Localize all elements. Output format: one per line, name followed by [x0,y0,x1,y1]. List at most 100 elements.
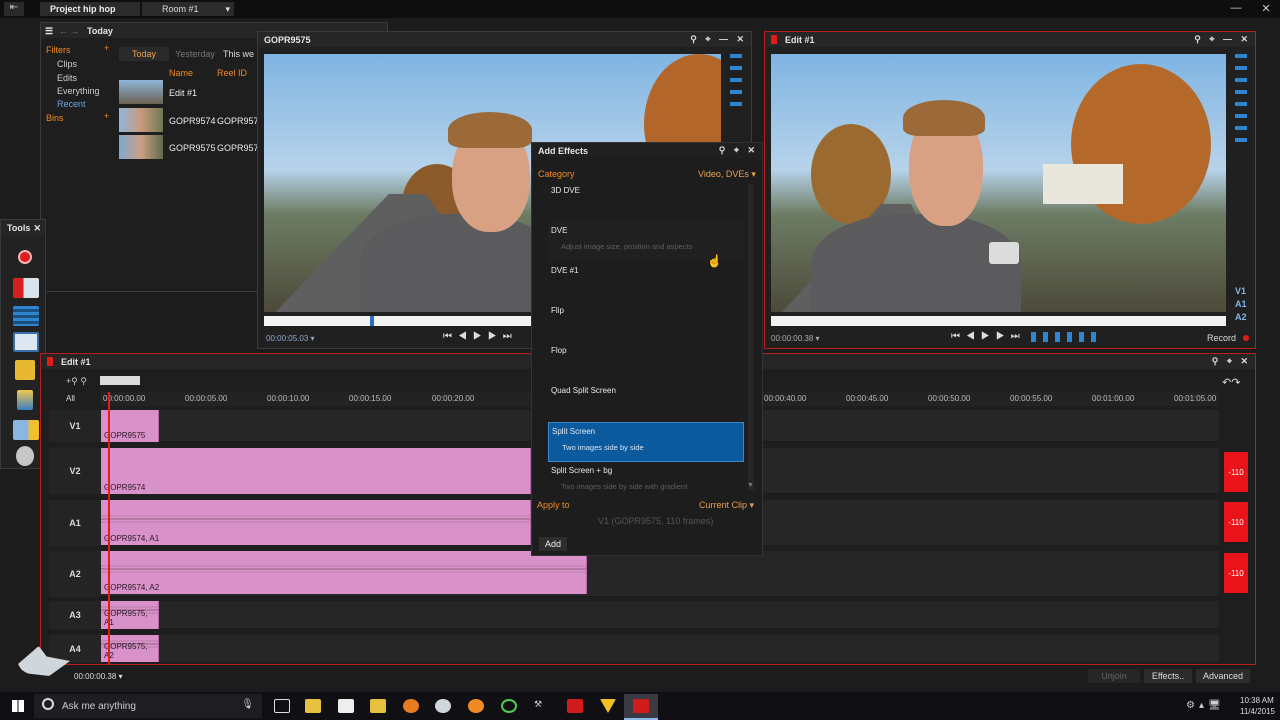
effect-name: DVE [551,226,568,235]
clock-time[interactable]: 10:38 AM [1240,696,1274,705]
track-a4[interactable] [49,635,1219,663]
active-app-icon[interactable] [624,694,658,720]
scroll-down-icon[interactable]: ▼ [747,482,754,489]
search-box[interactable]: Ask me anything 🎙 [34,694,262,718]
record-timecode[interactable]: 00:00:00.38 ▾ [771,334,820,343]
column-reel-id[interactable]: Reel ID [217,68,247,78]
filter-item-clips[interactable]: Clips [57,59,77,69]
effect-item[interactable]: 3D DVE [548,182,744,222]
source-transport-controls[interactable]: ⏮◀▶▶⏭ [443,331,518,342]
lightworks-icon[interactable] [435,699,451,713]
effect-item[interactable]: Split Screen + bg Two images side by side… [548,462,744,492]
add-effect-button[interactable]: Add [539,537,567,551]
file-explorer-icon[interactable] [305,699,321,713]
green-app-icon[interactable] [501,699,517,713]
panel-controls-icon[interactable]: ⚲ ⌖ ✕ [1212,356,1251,367]
effect-name: Flip [551,306,564,315]
list-item[interactable]: GOPR9575 GOPR9575 [119,134,264,160]
tab-this-week[interactable]: This we [223,49,254,59]
timeline-playhead[interactable] [108,392,110,664]
record-mode-icons[interactable] [1031,332,1099,342]
track-a2-label[interactable]: A2 [1235,312,1247,322]
source-side-toolbar[interactable] [730,54,742,114]
zoom-controls[interactable]: +⚲ ⚲ [66,376,87,387]
red-flag-icon[interactable] [567,699,583,713]
record-scrubber[interactable] [771,316,1226,326]
track-label[interactable]: V1 [49,410,101,442]
task-view-icon[interactable] [274,699,290,713]
tab-yesterday[interactable]: Yesterday [171,49,219,59]
windows-start-icon[interactable] [12,700,24,712]
tool-icon[interactable]: ⚒ [534,699,550,713]
category-select[interactable]: Video, DVEs ▾ [698,169,756,180]
track-v1-label[interactable]: V1 [1235,286,1246,296]
apply-to-select[interactable]: Current Clip ▾ [699,500,754,511]
timeline-timecode[interactable]: 00:00:00.38 ▾ [74,672,123,681]
panel-controls-icon[interactable]: ⚲ ⌖ — ✕ [1194,34,1251,45]
record-transport-controls[interactable]: ⏮◀▶▶⏭ [951,331,1026,342]
unjoin-button[interactable]: Unjoin [1088,669,1140,683]
effect-item[interactable]: DVE #1 [548,262,744,302]
hamburger-icon[interactable]: ☰ [45,26,53,37]
minimize-icon[interactable]: — [1222,2,1250,14]
track-a3[interactable] [49,601,1219,629]
clip[interactable]: GOPR9574 [101,448,531,494]
track-label[interactable]: A2 [49,551,101,597]
back-icon[interactable]: ⇤ [4,2,24,16]
trim-icon[interactable] [13,306,39,326]
system-tray-icons[interactable]: ⚙▴🖥 [1186,700,1225,711]
list-item[interactable]: GOPR9574 GOPR9574 [119,107,264,133]
apply-info: V1 (GOPR9575, 110 frames) [598,516,714,526]
panel-controls-icon[interactable]: ⚲ ⌖ — ✕ [690,34,747,45]
record-dot-icon [771,35,777,44]
microphone-icon[interactable]: 🎙 [241,699,254,710]
track-a1-label[interactable]: A1 [1235,299,1247,309]
source-timecode[interactable]: 00:00:05.03 ▾ [266,334,315,343]
users-icon[interactable] [16,446,34,466]
record-side-toolbar[interactable] [1235,54,1247,146]
playhead-marker[interactable] [370,316,374,326]
track-label[interactable]: A1 [49,500,101,546]
all-tracks-label[interactable]: All [66,394,75,403]
add-filter-icon[interactable]: + [104,43,109,53]
clock-date[interactable]: 11/4/2015 [1240,707,1275,716]
effect-item[interactable]: Quad Split Screen [548,382,744,422]
add-bin-icon[interactable]: + [104,111,109,121]
room-select[interactable]: Room #1 ▾ [142,2,234,16]
source-scrubber[interactable] [264,316,532,326]
export-icon[interactable] [13,420,39,440]
blender-icon[interactable] [468,699,484,713]
effect-item-selected[interactable]: Split Screen Two images side by side [548,422,744,462]
tab-today[interactable]: Today [119,47,169,61]
filter-item-edits[interactable]: Edits [57,73,77,83]
store-icon[interactable] [338,699,354,713]
filter-item-recent[interactable]: Recent [57,99,86,109]
track-label[interactable]: A3 [49,601,101,629]
clip[interactable]: GOPR9574, A1 [101,500,531,545]
undo-redo-icons[interactable]: ↶↷ [1222,376,1240,389]
download-icon[interactable] [17,390,33,410]
close-icon[interactable]: ✕ [1252,2,1280,15]
list-item[interactable]: Edit #1 [119,79,257,105]
panel-controls-icon[interactable]: ⚲ ⌖ ✕ [719,145,758,156]
office-icon[interactable] [370,699,386,713]
clip[interactable]: GOPR9574, A2 [101,551,587,594]
track-label[interactable]: V2 [49,448,101,494]
effects-button[interactable]: Effects.. [1144,669,1192,683]
record-icon[interactable] [18,250,32,264]
zoom-slider[interactable] [100,376,140,385]
effect-item[interactable]: Flip [548,302,744,342]
record-label[interactable]: Record [1207,333,1236,343]
folder-icon[interactable] [15,360,35,380]
firefox-icon[interactable] [403,699,419,713]
effect-item[interactable]: Flop [548,342,744,382]
insert-icon[interactable] [13,278,39,298]
timeline-icon[interactable] [13,332,39,352]
nav-arrows-icon[interactable]: ← → [59,26,80,36]
column-name[interactable]: Name [169,68,193,78]
advanced-button[interactable]: Advanced [1196,669,1250,683]
effects-scrollbar[interactable] [748,184,754,490]
close-icon[interactable]: ✕ [33,223,41,234]
record-video[interactable] [771,54,1226,312]
filter-item-everything[interactable]: Everything [57,86,100,96]
